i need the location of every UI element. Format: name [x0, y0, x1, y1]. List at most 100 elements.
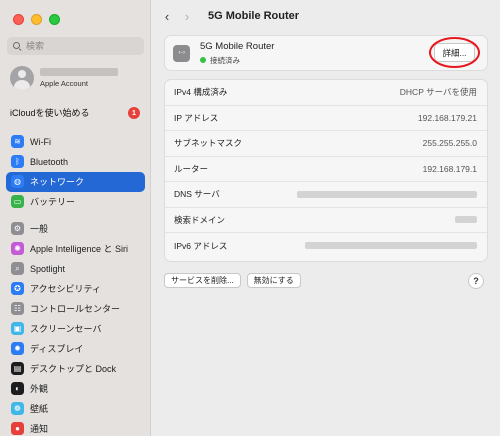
info-value: 192.168.179.1 — [422, 163, 477, 174]
spotlight-icon: ⌕ — [11, 262, 24, 276]
close-button[interactable] — [13, 14, 24, 25]
remove-service-button[interactable]: サービスを削除... — [164, 273, 241, 288]
network-info-card: IPv4 構成済み DHCP サーバを使用 IP アドレス 192.168.179.2… — [164, 79, 488, 262]
page-title: 5G Mobile Router — [208, 10, 300, 22]
screensaver-icon: ▣ — [11, 322, 24, 336]
sidebar-item-screensaver[interactable]: ▣ スクリーンセーバ — [6, 319, 145, 339]
info-row: IPv4 構成済み DHCP サーバを使用 — [165, 80, 487, 106]
sidebar-item-label: Wi-Fi — [30, 136, 51, 147]
network-globe-icon: ◍ — [11, 175, 24, 189]
sidebar-item-spotlight[interactable]: ⌕ Spotlight — [6, 259, 145, 279]
sidebar-item-label: 外観 — [30, 384, 49, 395]
service-name: 5G Mobile Router — [200, 40, 275, 52]
sidebar-group-system: ⚙ 一般 ✺ Apple Intelligence と Siri ⌕ Spotlight ✪… — [6, 219, 145, 436]
account-subtitle: Apple Account — [40, 79, 88, 88]
siri-icon: ✺ — [11, 242, 24, 256]
sidebar-item-label: 通知 — [30, 424, 49, 435]
search-field[interactable] — [7, 37, 144, 55]
sidebar-item-label: スクリーンセーバ — [30, 324, 102, 335]
router-icon: ‹··› — [173, 44, 190, 62]
sidebar-item-label: Apple Intelligence と Siri — [30, 244, 129, 255]
gear-icon: ⚙ — [11, 222, 24, 236]
info-value: 255.255.255.0 — [422, 138, 477, 149]
forward-button[interactable]: › — [179, 8, 195, 24]
dock-icon: ▤ — [11, 362, 24, 376]
back-button[interactable]: ‹ — [159, 8, 175, 24]
icloud-setup-label: iCloudを使い始める — [10, 108, 90, 118]
avatar — [10, 66, 34, 90]
connected-status-dot-icon — [200, 57, 206, 63]
sidebar-item-display[interactable]: ✹ ディスプレイ — [6, 339, 145, 359]
search-icon — [13, 41, 22, 51]
info-label: サブネットマスク — [174, 138, 243, 149]
help-button[interactable]: ? — [468, 273, 484, 289]
service-status: 接続済み — [200, 55, 274, 66]
sidebar-item-appearance[interactable]: ◐ 外観 — [6, 379, 145, 399]
control-center-icon: ☷ — [11, 302, 24, 316]
sidebar-item-label: バッテリー — [30, 197, 76, 208]
bottom-actions: サービスを削除... 無効にする — [164, 273, 301, 288]
highlight-circle-annotation — [429, 37, 480, 68]
sidebar-item-siri[interactable]: ✺ Apple Intelligence と Siri — [6, 239, 145, 259]
bluetooth-icon: ᛒ — [11, 155, 24, 169]
toolbar: ‹ › 5G Mobile Router — [151, 0, 500, 32]
icloud-setup-item[interactable]: iCloudを使い始める 1 — [10, 106, 140, 119]
sidebar-item-gear[interactable]: ⚙ 一般 — [6, 219, 145, 239]
service-status-text: 接続済み — [210, 55, 240, 65]
minimize-button[interactable] — [31, 14, 42, 25]
sidebar-item-battery[interactable]: ▭ バッテリー — [6, 192, 145, 212]
wallpaper-icon: ❁ — [11, 402, 24, 416]
info-row: IP アドレス 192.168.179.21 — [165, 106, 487, 131]
info-row: ルーター 192.168.179.1 — [165, 157, 487, 182]
sidebar-item-label: 一般 — [30, 224, 49, 235]
info-value: DHCP サーバを使用 — [399, 87, 477, 98]
info-row: 検索ドメイン — [165, 208, 487, 233]
sidebar-item-control-center[interactable]: ☷ コントロールセンター — [6, 299, 145, 319]
sidebar-item-bluetooth[interactable]: ᛒ Bluetooth — [6, 152, 145, 172]
sidebar-item-label: アクセシビリティ — [30, 284, 102, 295]
sidebar-item-wifi[interactable]: ≋ Wi-Fi — [6, 132, 145, 152]
sidebar-item-accessibility[interactable]: ✪ アクセシビリティ — [6, 279, 145, 299]
sidebar-item-label: ディスプレイ — [30, 344, 84, 355]
info-label: DNS サーバ — [174, 189, 220, 200]
search-input[interactable] — [26, 41, 136, 51]
sidebar-group-connectivity: ≋ Wi-Fi ᛒ Bluetooth ◍ ネットワーク ▭ バッテリー — [6, 132, 145, 212]
redacted-value — [305, 242, 477, 250]
settings-window: Apple Account iCloudを使い始める 1 ≋ Wi-Fi ᛒ Blue… — [0, 0, 500, 436]
sidebar-item-notifications[interactable]: ● 通知 — [6, 419, 145, 436]
info-label: IP アドレス — [174, 112, 219, 123]
account-name-redacted — [40, 68, 118, 76]
sidebar-item-label: 壁紙 — [30, 404, 49, 415]
sidebar-item-label: コントロールセンター — [30, 304, 121, 315]
info-label: 検索ドメイン — [174, 214, 226, 225]
info-label: IPv4 構成済み — [174, 87, 228, 98]
info-row: IPv6 アドレス — [165, 233, 487, 259]
info-row: DNS サーバ — [165, 182, 487, 208]
sidebar-item-wallpaper[interactable]: ❁ 壁紙 — [6, 399, 145, 419]
info-row: サブネットマスク 255.255.255.0 — [165, 131, 487, 157]
info-value: 192.168.179.21 — [417, 112, 477, 123]
info-label: IPv6 アドレス — [174, 240, 228, 251]
service-header-card: ‹··› 5G Mobile Router 接続済み 詳細... — [164, 35, 488, 71]
display-icon: ✹ — [11, 342, 24, 356]
accessibility-icon: ✪ — [11, 282, 24, 296]
sidebar-item-label: Bluetooth — [30, 156, 69, 167]
disable-button[interactable]: 無効にする — [246, 273, 301, 288]
zoom-button[interactable] — [49, 14, 60, 25]
sidebar-item-label: ネットワーク — [30, 177, 85, 188]
redacted-value — [297, 190, 477, 198]
battery-icon: ▭ — [11, 195, 24, 209]
sidebar: Apple Account iCloudを使い始める 1 ≋ Wi-Fi ᛒ Blue… — [0, 0, 151, 436]
sidebar-item-label: デスクトップと Dock — [30, 364, 117, 375]
wifi-icon: ≋ — [11, 135, 24, 149]
notification-badge: 1 — [128, 106, 140, 119]
redacted-value — [455, 216, 477, 224]
sidebar-item-network-globe[interactable]: ◍ ネットワーク — [6, 172, 145, 192]
sidebar-item-label: Spotlight — [30, 263, 66, 274]
notifications-icon: ● — [11, 422, 24, 436]
appearance-icon: ◐ — [11, 382, 24, 396]
window-controls — [13, 14, 60, 25]
sidebar-item-dock[interactable]: ▤ デスクトップと Dock — [6, 359, 145, 379]
apple-account[interactable]: Apple Account — [10, 66, 118, 90]
info-label: ルーター — [174, 163, 209, 174]
